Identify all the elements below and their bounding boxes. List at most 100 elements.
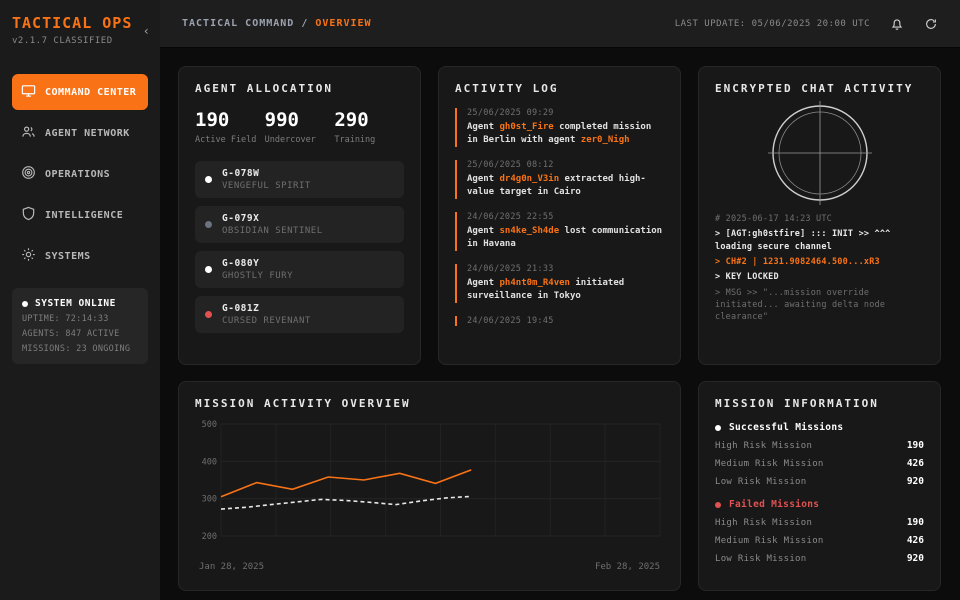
agent-codename: CURSED REVENANT [222,316,311,326]
target-icon [21,165,36,183]
activity-log-time: 25/06/2025 09:29 [467,108,664,118]
activity-log-time: 24/06/2025 19:45 [467,316,664,326]
activity-log-entry: 25/06/2025 09:29Agent gh0st_Fire complet… [455,108,664,147]
chart-series-1-solid-orange [221,470,471,497]
sidebar-item-label: AGENT NETWORK [45,128,130,139]
activity-log-entry: 25/06/2025 08:12Agent dr4g0n_V3in extrac… [455,160,664,199]
sidebar-item-operations[interactable]: OPERATIONS [12,156,148,192]
radar-icon [768,101,872,205]
mission-row: High Risk Mission190 [715,517,924,528]
app-logo: TACTICAL OPS v2.1.7 CLASSIFIED [12,14,148,46]
monitor-icon [21,83,36,101]
sidebar-item-systems[interactable]: SYSTEMS [12,238,148,274]
agent-status-dot-icon [205,311,212,318]
app-title: TACTICAL OPS [12,14,148,32]
system-status-line: MISSIONS: 23 ONGOING [22,344,138,354]
breadcrumb-separator: / [294,18,315,29]
activity-log-entry: 24/06/2025 21:33Agent ph4nt0m_R4ven init… [455,264,664,303]
mission-row-label: High Risk Mission [715,441,812,451]
svg-text:200: 200 [202,532,217,542]
sidebar-item-agent-network[interactable]: AGENT NETWORK [12,115,148,151]
mission-section-header: Failed Missions [715,499,924,510]
agent-stat: 190Active Field [195,109,265,147]
mission-section-label: Failed Missions [729,499,819,510]
agent-stat-label: Training [334,135,404,147]
activity-log-list: 25/06/2025 09:29Agent gh0st_Fire complet… [455,108,664,326]
agent-list-item[interactable]: G-080Y GHOSTLY FURY [195,251,404,288]
system-status-panel: SYSTEM ONLINE UPTIME: 72:14:33AGENTS: 84… [12,288,148,364]
agent-stat: 290Training [334,109,404,147]
radar-graphic-wrap [715,101,924,205]
terminal-line: > [AGT:gh0stfire] ::: INIT >> ^^^ loadin… [715,228,924,253]
agent-code: G-079X [222,213,323,224]
agent-status-dot-icon [205,176,212,183]
gear-icon [21,247,36,265]
breadcrumb-root[interactable]: TACTICAL COMMAND [182,18,294,29]
chart-area: 500400300200 Jan 28, 2025 Feb 28, 2025 [195,418,664,572]
sidebar-item-label: OPERATIONS [45,169,110,180]
refresh-icon[interactable] [924,17,938,31]
encrypted-chat-title: ENCRYPTED CHAT ACTIVITY [715,82,924,95]
agent-list-item[interactable]: G-078WVENGEFUL SPIRIT [195,161,404,198]
last-update-text: LAST UPDATE: 05/06/2025 20:00 UTC [675,19,870,29]
terminal-line: > KEY LOCKED [715,271,924,283]
activity-log-card: ACTIVITY LOG 25/06/2025 09:29Agent gh0st… [438,66,681,365]
mission-row: Medium Risk Mission426 [715,535,924,546]
agent-handle: gh0st_Fire [500,122,554,132]
terminal-line: > CH#2 | 1231.9082464.500...xR3 [715,256,924,268]
agent-text: G-078WVENGEFUL SPIRIT [222,168,311,191]
agent-code: G-080Y [222,258,293,269]
mission-information-sections: Successful Missions High Risk Mission 190 M… [715,422,924,564]
terminal-line: # 2025-06-17 14:23 UTC [715,213,924,225]
mission-section-header: Successful Missions [715,422,924,433]
agent-handle: sn4ke_Sh4de [500,226,560,236]
activity-log-time: 24/06/2025 21:33 [467,264,664,274]
agent-allocation-title: AGENT ALLOCATION [195,82,404,95]
agent-text: G-080Y GHOSTLY FURY [222,258,293,281]
system-status-label: SYSTEM ONLINE [35,298,116,309]
mission-row-value: 190 [907,440,924,451]
bell-icon[interactable] [890,17,904,31]
agent-list-item[interactable]: G-079XOBSIDIAN SENTINEL [195,206,404,243]
mission-row: Low Risk Mission920 [715,476,924,487]
agent-list-item[interactable]: G-081ZCURSED REVENANT [195,296,404,333]
mission-row-label: Medium Risk Mission [715,459,824,469]
mission-row-value: 920 [907,553,924,564]
mission-row-label: Medium Risk Mission [715,536,824,546]
agent-stat-label: Active Field [195,135,265,147]
svg-text:500: 500 [202,420,217,430]
sidebar: TACTICAL OPS v2.1.7 CLASSIFIED ‹ COMMAND… [0,0,160,600]
agent-status-dot-icon [205,221,212,228]
shield-icon [21,206,36,224]
mission-section-dot-icon [715,502,721,508]
sidebar-item-command-center[interactable]: COMMAND CENTER [12,74,148,110]
app-version: v2.1.7 CLASSIFIED [12,36,148,46]
sidebar-nav: COMMAND CENTER AGENT NETWORK OPERATIONS INT… [12,74,148,274]
mission-section-label: Successful Missions [729,422,843,433]
chart-x-end-label: Feb 28, 2025 [595,562,660,572]
activity-log-title: ACTIVITY LOG [455,82,664,95]
breadcrumb-current: OVERVIEW [315,18,371,29]
agent-text: G-081ZCURSED REVENANT [222,303,311,326]
mission-row-value: 426 [907,458,924,469]
topbar: TACTICAL COMMAND / OVERVIEW LAST UPDATE:… [160,0,960,48]
terminal-line: > MSG >> "...mission override initiated.… [715,287,924,324]
mission-information-title: MISSION INFORMATION [715,397,924,410]
sidebar-item-intelligence[interactable]: INTELLIGENCE [12,197,148,233]
mission-row-label: Low Risk Mission [715,554,807,564]
mission-row: High Risk Mission 190 [715,440,924,451]
mission-row-label: Low Risk Mission [715,477,807,487]
mission-activity-title: MISSION ACTIVITY OVERVIEW [195,397,664,410]
agent-text: G-079XOBSIDIAN SENTINEL [222,213,323,236]
agent-list: G-078WVENGEFUL SPIRIT G-079XOBSIDIAN SENT… [195,161,404,333]
activity-log-time: 24/06/2025 22:55 [467,212,664,222]
agent-codename: GHOSTLY FURY [222,271,293,281]
mission-section: Successful Missions High Risk Mission 190 M… [715,422,924,487]
sidebar-collapse-icon[interactable]: ‹ [143,24,150,38]
system-status-line: AGENTS: 847 ACTIVE [22,329,138,339]
breadcrumb: TACTICAL COMMAND / OVERVIEW [182,18,372,29]
agent-stat: 990Undercover [265,109,335,147]
agent-stats-row: 190Active Field990Undercover290Training [195,109,404,147]
terminal-log: # 2025-06-17 14:23 UTC > [AGT:gh0stfire] … [715,213,924,324]
encrypted-chat-card: ENCRYPTED CHAT ACTIVITY # 2025-06-17 14:… [698,66,941,365]
